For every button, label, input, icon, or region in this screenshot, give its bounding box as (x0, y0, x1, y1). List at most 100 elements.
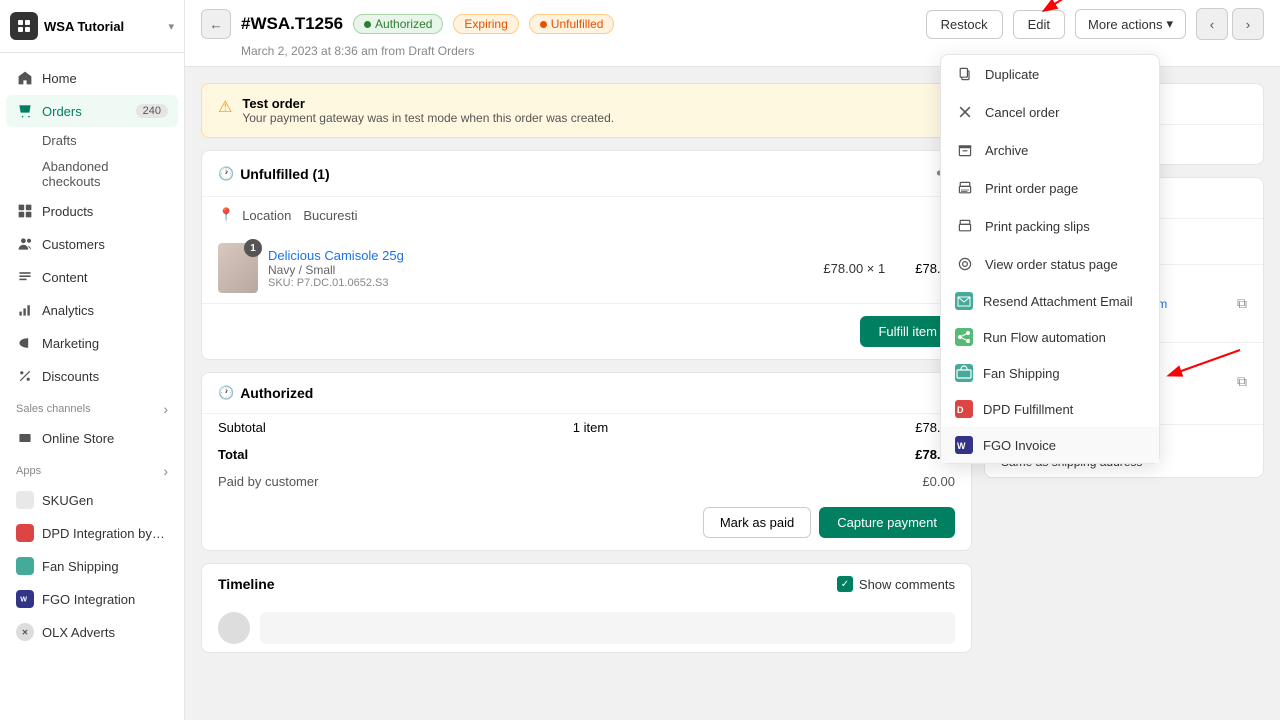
product-name[interactable]: Delicious Camisole 25g (268, 248, 813, 263)
flow-icon (955, 328, 973, 346)
timeline-card: Timeline ✓ Show comments (201, 563, 972, 653)
subtotal-row: Subtotal 1 item £78.00 (202, 414, 971, 441)
sidebar-item-home[interactable]: Home (6, 62, 178, 94)
copy-address-button[interactable]: ⧉ (1237, 373, 1247, 390)
duplicate-icon (955, 64, 975, 84)
paid-row: Paid by customer £0.00 (202, 468, 971, 495)
subtotal-label: Subtotal (218, 420, 266, 435)
sidebar-item-dpd[interactable]: DPD Integration by WSAs... (6, 517, 178, 549)
main-content: ← #WSA.T1256 Authorized Expiring Unfulfi… (185, 0, 1280, 720)
restock-button[interactable]: Restock (926, 10, 1003, 39)
sidebar-nav: Home Orders 240 Drafts Abandoned checkou… (0, 53, 184, 657)
unfulfilled-badge: Unfulfilled (529, 14, 615, 34)
sidebar-label-dpd: DPD Integration by WSAs... (42, 526, 168, 541)
resend-label: Resend Attachment Email (983, 294, 1133, 309)
product-sku: SKU: P7.DC.01.0652.S3 (268, 277, 813, 289)
sidebar-label-orders: Orders (42, 104, 128, 119)
paid-value: £0.00 (922, 474, 955, 489)
sidebar-item-drafts[interactable]: Drafts (6, 128, 178, 153)
analytics-icon (16, 301, 34, 319)
orders-icon (16, 102, 34, 120)
print-packing-icon (955, 216, 975, 236)
show-comments-checkbox[interactable]: ✓ (837, 576, 853, 592)
test-order-text: Your payment gateway was in test mode wh… (242, 111, 614, 125)
sidebar: WSA Tutorial ▾ Home Orders 240 Drafts Ab… (0, 0, 185, 720)
sidebar-item-content[interactable]: Content (6, 261, 178, 293)
show-comments-toggle[interactable]: ✓ Show comments (837, 576, 955, 592)
prev-order-button[interactable]: ‹ (1196, 8, 1228, 40)
archive-icon (955, 140, 975, 160)
capture-payment-button[interactable]: Capture payment (819, 507, 955, 538)
apps-expand[interactable]: › (163, 463, 168, 479)
timeline-input[interactable] (260, 612, 955, 644)
authorized-card: 🕐 Authorized Subtotal 1 item £78.00 Tota… (201, 372, 972, 551)
location-pin-icon: 📍 (218, 207, 234, 223)
olx-icon: ✕ (16, 623, 34, 641)
dropdown-item-view-status[interactable]: View order status page (941, 245, 1159, 283)
sidebar-item-marketing[interactable]: Marketing (6, 327, 178, 359)
next-order-button[interactable]: › (1232, 8, 1264, 40)
product-info: Delicious Camisole 25g Navy / Small SKU:… (268, 248, 813, 289)
back-button[interactable]: ← (201, 9, 231, 39)
dpd-dropdown-label: DPD Fulfillment (983, 402, 1073, 417)
more-actions-button[interactable]: More actions ▾ (1075, 9, 1186, 39)
marketing-icon (16, 334, 34, 352)
dropdown-item-resend[interactable]: Resend Attachment Email (941, 283, 1159, 319)
sidebar-item-online-store[interactable]: Online Store (6, 422, 178, 454)
archive-label: Archive (985, 143, 1028, 158)
print-order-label: Print order page (985, 181, 1078, 196)
abandoned-label: Abandoned checkouts (42, 159, 109, 189)
sidebar-label-online-store: Online Store (42, 431, 168, 446)
sidebar-header[interactable]: WSA Tutorial ▾ (0, 0, 184, 53)
sidebar-item-fan-shipping[interactable]: Fan Shipping (6, 550, 178, 582)
sidebar-label-content: Content (42, 270, 168, 285)
edit-button[interactable]: Edit (1013, 10, 1065, 39)
duplicate-label: Duplicate (985, 67, 1039, 82)
location-value: Bucuresti (303, 208, 357, 223)
sidebar-label-discounts: Discounts (42, 369, 168, 384)
dropdown-item-duplicate[interactable]: Duplicate (941, 55, 1159, 93)
content-icon (16, 268, 34, 286)
dropdown-item-flow[interactable]: Run Flow automation (941, 319, 1159, 355)
subtotal-items: 1 item (266, 420, 916, 435)
sidebar-item-abandoned[interactable]: Abandoned checkouts (6, 154, 178, 194)
copy-email-button[interactable]: ⧉ (1237, 295, 1247, 312)
product-variant: Navy / Small (268, 263, 813, 277)
sidebar-item-fgo[interactable]: W FGO Integration (6, 583, 178, 615)
dropdown-item-print-packing[interactable]: Print packing slips (941, 207, 1159, 245)
sidebar-item-orders[interactable]: Orders 240 (6, 95, 178, 127)
dropdown-item-dpd[interactable]: D DPD Fulfillment (941, 391, 1159, 427)
authorized-dot (364, 21, 371, 28)
sales-channels-expand[interactable]: › (163, 401, 168, 417)
sidebar-item-products[interactable]: Products (6, 195, 178, 227)
sidebar-item-skugen[interactable]: SKUGen (6, 484, 178, 516)
timeline-header: Timeline ✓ Show comments (202, 564, 971, 604)
dropdown-item-print-order[interactable]: Print order page (941, 169, 1159, 207)
timeline-title: Timeline (218, 576, 275, 592)
mark-paid-button[interactable]: Mark as paid (703, 507, 811, 538)
sidebar-item-customers[interactable]: Customers (6, 228, 178, 260)
product-qty-badge: 1 (244, 239, 262, 257)
skugen-icon (16, 491, 34, 509)
store-name: WSA Tutorial (44, 19, 124, 34)
sidebar-item-analytics[interactable]: Analytics (6, 294, 178, 326)
fan-shipping-dropdown-icon (955, 364, 973, 382)
svg-text:D: D (957, 405, 964, 415)
sidebar-label-home: Home (42, 71, 168, 86)
order-id: #WSA.T1256 (241, 14, 343, 34)
view-status-icon (955, 254, 975, 274)
orders-badge: 240 (136, 104, 168, 118)
total-label: Total (218, 447, 248, 462)
dropdown-item-fan-shipping[interactable]: Fan Shipping (941, 355, 1159, 391)
customers-icon (16, 235, 34, 253)
sidebar-item-discounts[interactable]: Discounts (6, 360, 178, 392)
dropdown-item-fgo[interactable]: W FGO Invoice (941, 427, 1159, 463)
location-label: Location (242, 208, 291, 223)
dropdown-item-cancel[interactable]: Cancel order (941, 93, 1159, 131)
sidebar-label-customers: Customers (42, 237, 168, 252)
unfulfilled-clock-icon: 🕐 (218, 166, 234, 182)
fan-shipping-icon (16, 557, 34, 575)
sidebar-label-products: Products (42, 204, 168, 219)
dropdown-item-archive[interactable]: Archive (941, 131, 1159, 169)
sidebar-item-olx[interactable]: ✕ OLX Adverts (6, 616, 178, 648)
